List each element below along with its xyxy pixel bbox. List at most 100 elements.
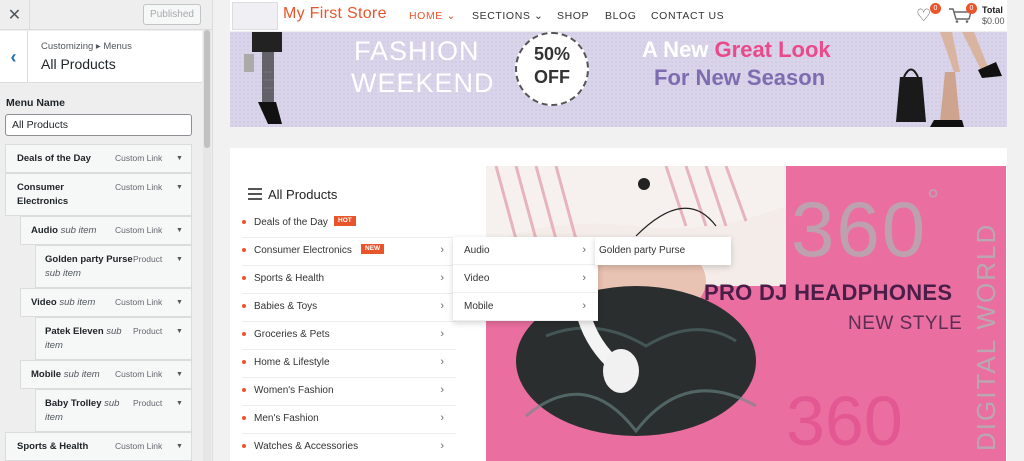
customizer-sidebar: ✕ Published ‹ Customizing ▸ Menus All Pr…: [0, 0, 213, 461]
chevron-right-icon: ›: [440, 412, 444, 424]
category-menu-header[interactable]: All Products: [268, 187, 337, 202]
site-header: My First Store HOME ⌄ SECTIONS ⌄ SHOP BL…: [230, 0, 1007, 32]
menu-item-title: Sports & Health: [17, 441, 89, 452]
heart-icon[interactable]: ♡: [916, 6, 931, 26]
category-item[interactable]: Men's Fashion ›: [242, 406, 456, 434]
hero-vertical-text: DIGITAL WORLD: [971, 222, 1001, 451]
submenu-item-audio[interactable]: Audio ›: [453, 237, 598, 265]
submenu-item-video[interactable]: Video ›: [453, 265, 598, 293]
menu-item-baby-trolley[interactable]: Baby Trolley sub item Product ▼: [35, 389, 192, 432]
menu-item-golden-party-purse[interactable]: Golden party Purse sub item Product ▼: [35, 245, 192, 288]
submenu-item-golden-party-purse[interactable]: Golden party Purse: [599, 245, 685, 256]
category-label: Sports & Health: [254, 273, 325, 284]
submenu-audio[interactable]: Golden party Purse: [595, 237, 731, 265]
discount-percent: 50%: [533, 44, 571, 64]
sidebar-scrollbar[interactable]: [203, 30, 211, 461]
chevron-right-icon: ›: [440, 328, 444, 340]
submenu-consumer-electronics: Audio › Video › Mobile ›: [453, 237, 598, 321]
category-item[interactable]: Home & Lifestyle ›: [242, 350, 456, 378]
chevron-right-icon: ›: [440, 244, 444, 256]
site-title[interactable]: My First Store: [283, 5, 387, 23]
expand-arrow-icon[interactable]: ▼: [176, 443, 183, 450]
menu-item-mobile[interactable]: Mobile sub item Custom Link ▼: [20, 360, 192, 389]
expand-arrow-icon[interactable]: ▼: [176, 400, 183, 407]
hero-subtitle: NEW STYLE: [848, 313, 963, 334]
menu-item-patek-eleven[interactable]: Patek Eleven sub item Product ▼: [35, 317, 192, 360]
scrollbar-thumb[interactable]: [204, 30, 210, 148]
expand-arrow-icon[interactable]: ▼: [176, 299, 183, 306]
category-label: Men's Fashion: [254, 413, 319, 424]
category-item[interactable]: Consumer Electronics NEW ›: [242, 238, 456, 266]
category-item[interactable]: Groceries & Pets ›: [242, 322, 456, 350]
back-chevron-icon[interactable]: ‹: [0, 31, 28, 83]
menu-item-title: Video sub item: [31, 297, 96, 308]
model-figure-image: [244, 32, 282, 124]
nav-blog[interactable]: BLOG: [605, 10, 637, 22]
submenu-label: Video: [464, 273, 490, 284]
expand-arrow-icon[interactable]: ▼: [176, 184, 183, 191]
category-item[interactable]: Babies & Toys ›: [242, 294, 456, 322]
nav-sections[interactable]: SECTIONS ⌄: [472, 10, 543, 22]
menu-item-type: Product: [133, 326, 163, 336]
nav-home[interactable]: HOME ⌄: [409, 10, 456, 22]
promo-line2: WEEKEND: [351, 68, 495, 98]
promo-banner[interactable]: FASHION WEEKEND 50% OFF A New Great Look…: [230, 32, 1007, 127]
expand-arrow-icon[interactable]: ▼: [176, 328, 183, 335]
cart-total-value: $0.00: [982, 16, 1005, 26]
close-icon[interactable]: ✕: [0, 0, 30, 30]
bullet-icon: [242, 276, 246, 280]
menu-item-type: Custom Link: [115, 182, 163, 192]
nav-contact[interactable]: CONTACT US: [651, 10, 724, 22]
category-label: Home & Lifestyle: [254, 357, 330, 368]
hero-number: 360°: [791, 184, 942, 273]
discount-off: OFF: [534, 67, 570, 87]
category-item[interactable]: Sports & Health ›: [242, 266, 456, 294]
hamburger-icon[interactable]: [248, 188, 262, 200]
menu-item-type: Product: [133, 254, 163, 264]
menu-name-input[interactable]: [5, 114, 192, 136]
chevron-right-icon: ›: [440, 384, 444, 396]
bullet-icon: [242, 332, 246, 336]
bullet-icon: [242, 360, 246, 364]
menu-name-label: Menu Name: [6, 97, 65, 109]
menu-item-title: Golden party Purse sub item: [45, 254, 133, 279]
hero-title: PRO DJ HEADPHONES: [704, 280, 953, 305]
menu-item-deals[interactable]: Deals of the Day Custom Link ▼: [5, 144, 192, 173]
menu-item-title: Mobile sub item: [31, 369, 100, 380]
chevron-right-icon: ›: [582, 300, 586, 312]
menu-item-title: Deals of the Day: [17, 153, 91, 164]
menu-item-consumer-electronics[interactable]: Consumer Electronics Custom Link ▼: [5, 173, 192, 216]
site-logo[interactable]: [232, 2, 278, 30]
hero-number-faded: 360: [786, 382, 903, 460]
menu-item-title: Patek Eleven sub item: [45, 326, 122, 351]
bullet-icon: [242, 444, 246, 448]
menu-item-video[interactable]: Video sub item Custom Link ▼: [20, 288, 192, 317]
category-item[interactable]: Deals of the Day HOT: [242, 210, 456, 238]
menu-item-sports-health[interactable]: Sports & Health Custom Link ▼: [5, 432, 192, 461]
menu-item-title: Audio sub item: [31, 225, 97, 236]
site-preview: My First Store HOME ⌄ SECTIONS ⌄ SHOP BL…: [213, 0, 1024, 461]
expand-arrow-icon[interactable]: ▼: [176, 155, 183, 162]
expand-arrow-icon[interactable]: ▼: [176, 256, 183, 263]
published-button[interactable]: Published: [143, 4, 201, 25]
hot-badge: HOT: [334, 216, 356, 226]
menu-item-type: Custom Link: [115, 225, 163, 235]
expand-arrow-icon[interactable]: ▼: [176, 371, 183, 378]
discount-badge: 50% OFF: [515, 32, 589, 106]
menu-item-audio[interactable]: Audio sub item Custom Link ▼: [20, 216, 192, 245]
submenu-item-mobile[interactable]: Mobile ›: [453, 293, 598, 321]
bullet-icon: [242, 304, 246, 308]
chevron-down-icon: ⌄: [534, 10, 544, 22]
cart-count-badge: 0: [966, 3, 977, 14]
category-item[interactable]: Watches & Accessories ›: [242, 434, 456, 461]
promo-subheadline: For New Season: [654, 65, 826, 90]
nav-shop[interactable]: SHOP: [557, 10, 589, 22]
category-label: Babies & Toys: [254, 301, 318, 312]
bullet-icon: [242, 248, 246, 252]
menu-item-type: Custom Link: [115, 441, 163, 451]
category-item[interactable]: Women's Fashion ›: [242, 378, 456, 406]
expand-arrow-icon[interactable]: ▼: [176, 227, 183, 234]
chevron-right-icon: ›: [582, 244, 586, 256]
menu-item-type: Custom Link: [115, 153, 163, 163]
menu-item-title: Consumer Electronics: [17, 182, 69, 207]
